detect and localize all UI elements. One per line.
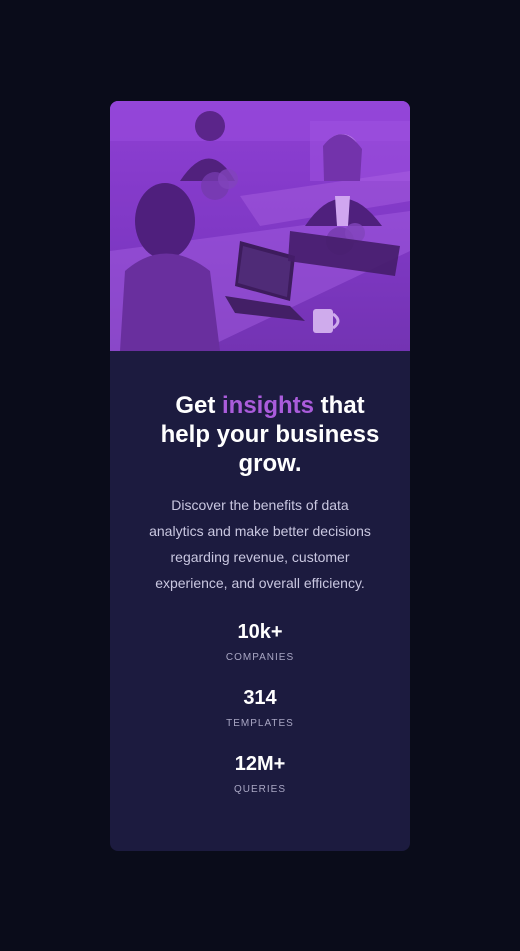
stat-value: 12M+ (234, 753, 286, 775)
heading-part-1: Get (175, 392, 222, 419)
stat-companies: 10k+ COMPANIES (130, 620, 390, 664)
heading-accent: insights (222, 392, 315, 419)
stat-label: QUERIES (233, 784, 286, 795)
stat-value: 10k+ (237, 621, 283, 643)
header-image (110, 101, 410, 351)
card-description: Discover the benefits of data analytics … (149, 497, 371, 591)
office-photo-illustration (110, 101, 410, 351)
stats-list: 10k+ COMPANIES 314 TEMPLATES 12M+ QUERIE… (130, 620, 390, 796)
stat-label: COMPANIES (225, 652, 295, 663)
stat-templates: 314 TEMPLATES (130, 686, 390, 730)
stat-label: TEMPLATES (226, 718, 294, 729)
card-content: Get insights that help your business gro… (110, 351, 410, 796)
stat-value: 314 (243, 687, 277, 709)
insights-card: Get insights that help your business gro… (110, 101, 410, 851)
card-heading: Get insights that help your business gro… (150, 391, 390, 478)
stat-queries: 12M+ QUERIES (130, 752, 390, 796)
